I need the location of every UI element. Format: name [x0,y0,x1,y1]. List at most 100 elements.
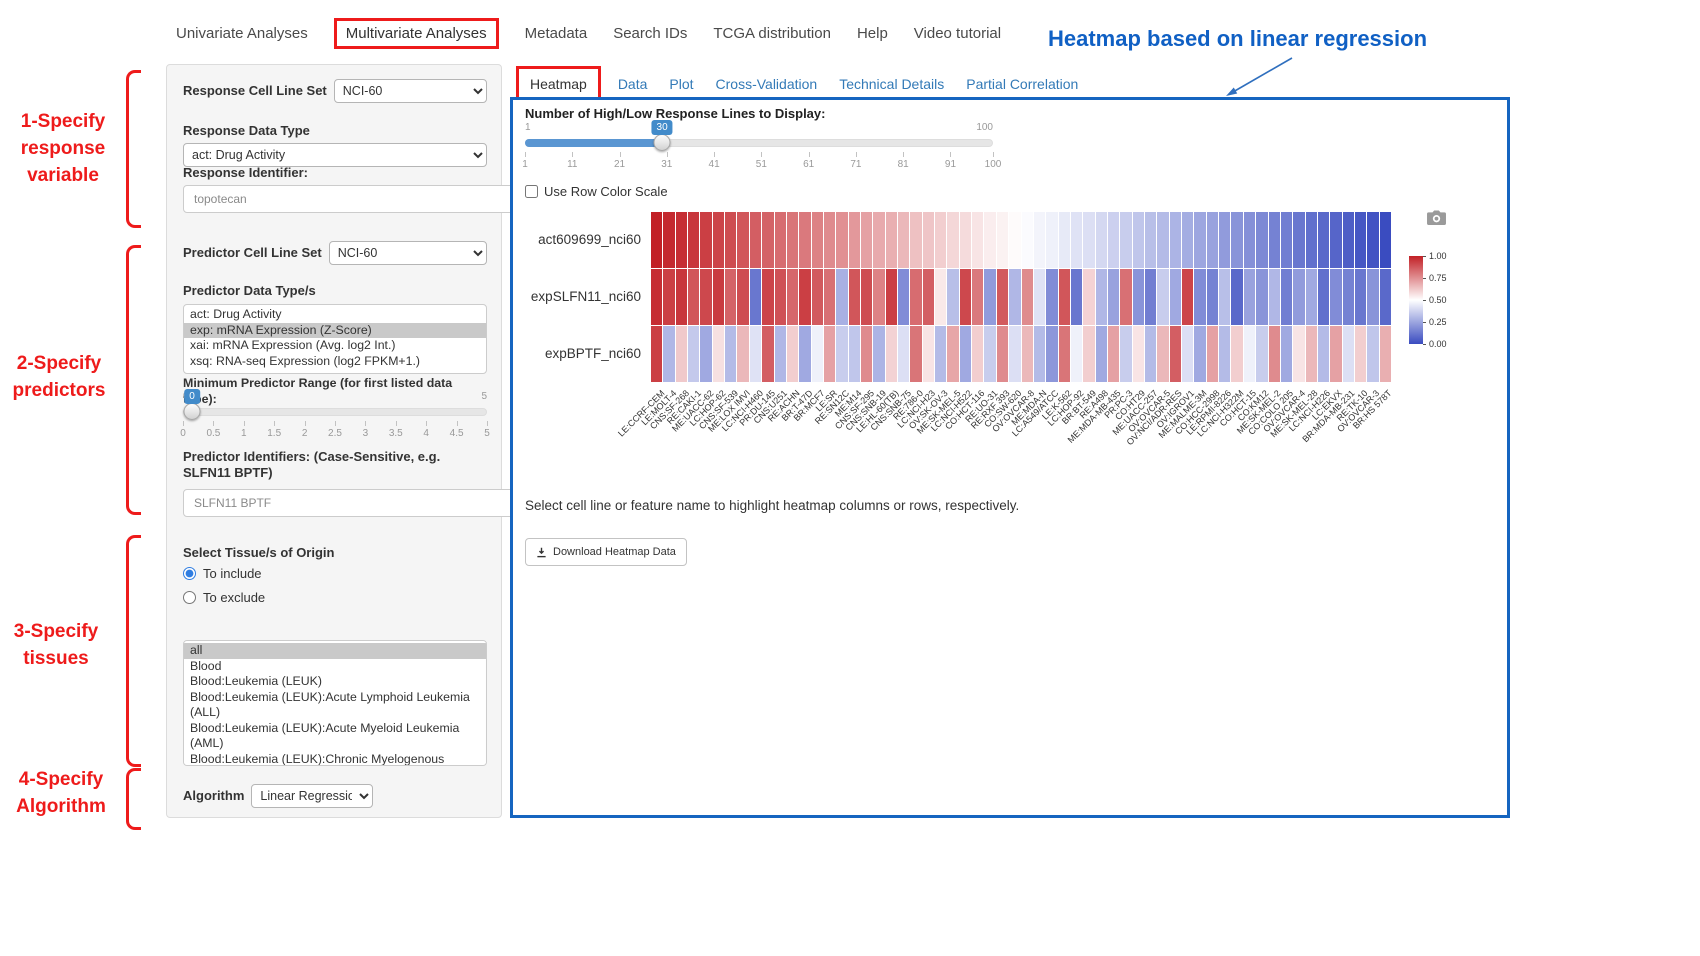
camera-icon[interactable] [1427,210,1446,225]
heatmap-cell[interactable] [1034,269,1045,325]
radio-to-include[interactable]: To include [183,566,487,581]
heatmap-cell[interactable] [762,212,773,268]
heatmap-cell[interactable] [984,212,995,268]
heatmap-cell[interactable] [762,269,773,325]
tab-heatmap[interactable]: Heatmap [519,69,598,99]
heatmap-cell[interactable] [947,212,958,268]
heatmap-cell[interactable] [960,269,971,325]
heatmap-cell[interactable] [984,269,995,325]
heatmap-cell[interactable] [960,212,971,268]
heatmap-cell[interactable] [824,269,835,325]
heatmap-cell[interactable] [1194,269,1205,325]
heatmap-cell[interactable] [1170,269,1181,325]
heatmap-cell[interactable] [1194,212,1205,268]
heatmap-cell[interactable] [873,212,884,268]
heatmap-cell[interactable] [1009,212,1020,268]
heatmap-cell[interactable] [1120,269,1131,325]
heatmap-cell[interactable] [700,326,711,382]
heatmap-cell[interactable] [923,212,934,268]
heatmap-cell[interactable] [812,269,823,325]
heatmap-cell[interactable] [725,326,736,382]
option-blood-leukemia-leuk-chronic-myelogenous-leukemia-cml[interactable]: Blood:Leukemia (LEUK):Chronic Myelogenou… [184,752,486,767]
heatmap-cell[interactable] [1022,212,1033,268]
option-blood[interactable]: Blood [184,659,486,675]
heatmap-cell[interactable] [1034,326,1045,382]
heatmap-cell[interactable] [1009,269,1020,325]
heatmap-cell[interactable] [1083,326,1094,382]
tab-cross-validation[interactable]: Cross-Validation [705,69,829,99]
heatmap-cell[interactable] [1083,212,1094,268]
heatmap-cell[interactable] [1120,212,1131,268]
heatmap-cell[interactable] [910,212,921,268]
heatmap-cell[interactable] [1219,212,1230,268]
heatmap-cell[interactable] [799,212,810,268]
heatmap-cell[interactable] [713,212,724,268]
download-heatmap-data-button[interactable]: Download Heatmap Data [525,538,687,566]
heatmap-cell[interactable] [1293,269,1304,325]
heatmap-cell[interactable] [1306,212,1317,268]
heatmap-cell[interactable] [836,212,847,268]
heatmap-cell[interactable] [1145,269,1156,325]
heatmap-cell[interactable] [1367,269,1378,325]
heatmap-cell[interactable] [1071,269,1082,325]
heatmap-cell[interactable] [812,326,823,382]
slider-track[interactable] [183,408,487,416]
heatmap-cell[interactable] [1269,269,1280,325]
algorithm-select[interactable]: Linear Regression [251,784,373,808]
heatmap-cell[interactable] [1256,269,1267,325]
heatmap-cell[interactable] [1330,212,1341,268]
heatmap-row-label-act609699-nci60[interactable]: act609699_nci60 [538,212,641,268]
heatmap-cell[interactable] [676,326,687,382]
heatmap-cell[interactable] [663,269,674,325]
heatmap-cell[interactable] [1281,326,1292,382]
slider-handle[interactable] [654,134,671,151]
heatmap-cell[interactable] [1157,212,1168,268]
nav-item-tcga-distribution[interactable]: TCGA distribution [713,25,831,42]
heatmap-cell[interactable] [861,326,872,382]
option-blood-leukemia-leuk-acute-myeloid-leukemia-aml[interactable]: Blood:Leukemia (LEUK):Acute Myeloid Leuk… [184,721,486,752]
predictor-cell-line-set-select[interactable]: NCI-60 [329,241,487,265]
radio-input-to-include[interactable] [183,567,196,580]
heatmap-row-label-expbptf-nci60[interactable]: expBPTF_nci60 [545,326,641,382]
heatmap-cell[interactable] [824,212,835,268]
heatmap-cell[interactable] [1120,326,1131,382]
heatmap-cell[interactable] [787,269,798,325]
heatmap-cell[interactable] [997,269,1008,325]
heatmap-cell[interactable] [886,269,897,325]
heatmap-cell[interactable] [762,326,773,382]
heatmap-cell[interactable] [713,326,724,382]
heatmap-cell[interactable] [799,269,810,325]
heatmap-cell[interactable] [1145,326,1156,382]
heatmap-cell[interactable] [1256,212,1267,268]
heatmap-cell[interactable] [960,326,971,382]
option-xai-mrna-expression-avg-log2-int[interactable]: xai: mRNA Expression (Avg. log2 Int.) [184,338,486,354]
heatmap-cell[interactable] [1034,212,1045,268]
heatmap-cell[interactable] [651,212,662,268]
heatmap-cell[interactable] [1157,269,1168,325]
option-act-drug-activity[interactable]: act: Drug Activity [184,307,486,323]
tab-partial-correlation[interactable]: Partial Correlation [955,69,1089,99]
heatmap-cell[interactable] [972,269,983,325]
heatmap-cell[interactable] [1194,326,1205,382]
heatmap-cell[interactable] [1367,326,1378,382]
heatmap-cell[interactable] [651,326,662,382]
heatmap-cell[interactable] [737,269,748,325]
heatmap-cell[interactable] [787,326,798,382]
heatmap-cell[interactable] [1231,212,1242,268]
heatmap-cell[interactable] [1281,212,1292,268]
heatmap-cell[interactable] [849,269,860,325]
heatmap-cell[interactable] [737,326,748,382]
heatmap-cell[interactable] [799,326,810,382]
nav-item-univariate-analyses[interactable]: Univariate Analyses [176,25,308,42]
heatmap-cell[interactable] [1170,212,1181,268]
nav-item-help[interactable]: Help [857,25,888,42]
heatmap-cell[interactable] [984,326,995,382]
heatmap-cell[interactable] [947,269,958,325]
tab-data[interactable]: Data [607,69,659,99]
nav-item-video-tutorial[interactable]: Video tutorial [914,25,1001,42]
heatmap-cell[interactable] [1096,269,1107,325]
heatmap-cell[interactable] [997,326,1008,382]
use-row-color-scale-checkbox[interactable] [525,185,538,198]
heatmap-cell[interactable] [775,326,786,382]
heatmap-cell[interactable] [1343,326,1354,382]
